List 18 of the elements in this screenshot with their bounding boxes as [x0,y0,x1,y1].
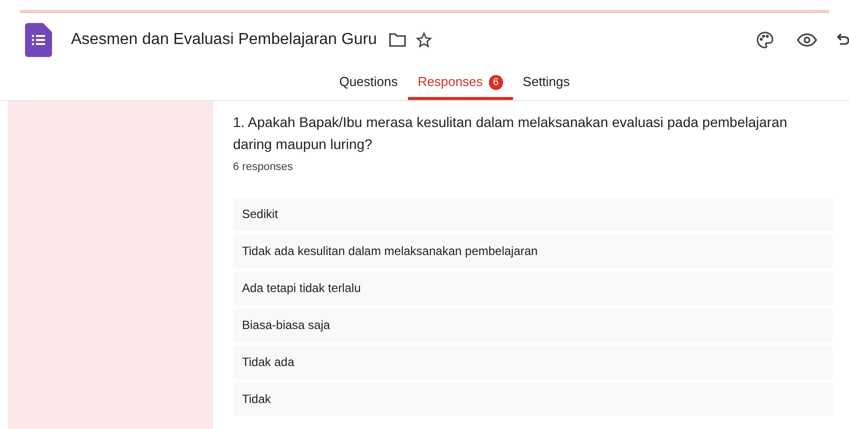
response-item: Ada tetapi tidak terlalu [233,272,833,304]
response-item: Tidak ada [233,346,833,378]
undo-icon[interactable] [837,32,849,48]
form-title[interactable]: Asesmen dan Evaluasi Pembelajaran Guru [71,28,377,52]
response-item: Tidak ada kesulitan dalam melaksanakan pembelajaran [233,234,833,268]
palette-icon[interactable] [756,31,774,49]
count-badge: 6 [488,74,503,90]
response-count: 6 responses [233,160,294,175]
tab[interactable]: Questions [329,67,408,100]
forms-logo-icon[interactable] [25,23,52,57]
eye-icon[interactable] [797,32,817,48]
question-title: 1. Apakah Bapak/Ibu merasa kesulitan dalam melaksanakan evaluasi pada pembelajaran daring maupun luring? [233,113,788,154]
response-item: Sedikit [233,198,833,230]
star-icon[interactable] [416,32,432,48]
response-item: Biasa-biasa saja [233,308,833,342]
tab[interactable]: Settings [512,67,580,100]
folder-icon[interactable] [388,33,406,47]
response-item: Tidak [233,382,833,416]
